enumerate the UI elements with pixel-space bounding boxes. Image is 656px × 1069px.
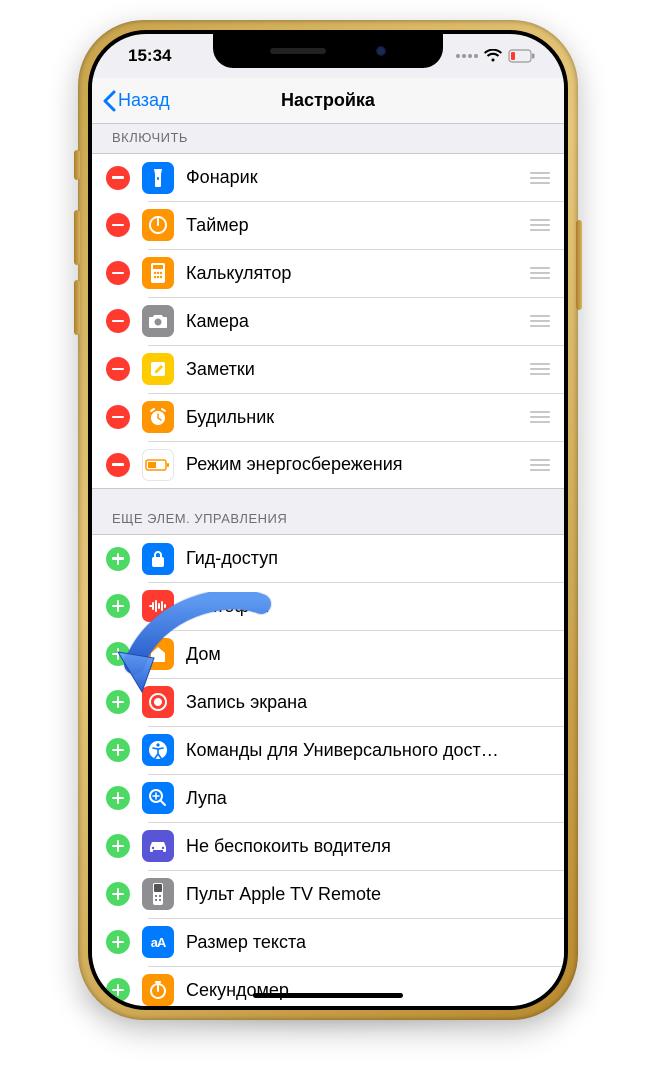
drag-handle-icon[interactable] (528, 411, 550, 423)
text-size-icon: аА (142, 926, 174, 958)
row-alarm[interactable]: Будильник (92, 393, 564, 441)
camera-icon (142, 305, 174, 337)
row-notes[interactable]: Заметки (92, 345, 564, 393)
wifi-icon (484, 49, 502, 63)
add-button[interactable] (106, 882, 130, 906)
add-button[interactable] (106, 738, 130, 762)
row-label: Калькулятор (186, 263, 528, 284)
remove-button[interactable] (106, 405, 130, 429)
add-button[interactable] (106, 930, 130, 954)
navigation-bar: Назад Настройка (92, 78, 564, 124)
back-label: Назад (118, 90, 170, 111)
row-camera[interactable]: Камера (92, 297, 564, 345)
drag-handle-icon[interactable] (528, 267, 550, 279)
drag-handle-icon[interactable] (528, 459, 550, 471)
row-label: Будильник (186, 407, 528, 428)
row-label: Дом (186, 644, 550, 665)
power-button[interactable] (576, 220, 582, 310)
status-time: 15:34 (128, 46, 171, 66)
magnifier-icon (142, 782, 174, 814)
cellular-icon (456, 54, 478, 58)
row-label: Заметки (186, 359, 528, 380)
drag-handle-icon[interactable] (528, 172, 550, 184)
drag-handle-icon[interactable] (528, 219, 550, 231)
row-do-not-disturb-driving[interactable]: Не беспокоить водителя (92, 822, 564, 870)
battery-low-icon (508, 49, 536, 63)
row-accessibility-shortcuts[interactable]: Команды для Универсального дост… (92, 726, 564, 774)
row-guided-access[interactable]: Гид-доступ (92, 534, 564, 582)
row-voice-memos[interactable]: Диктофон (92, 582, 564, 630)
add-button[interactable] (106, 690, 130, 714)
row-label: Диктофон (186, 596, 550, 617)
remove-button[interactable] (106, 213, 130, 237)
notes-icon (142, 353, 174, 385)
remove-button[interactable] (106, 261, 130, 285)
row-label: Пульт Apple TV Remote (186, 884, 550, 905)
volume-up-button[interactable] (74, 210, 80, 265)
remove-button[interactable] (106, 309, 130, 333)
alarm-icon (142, 401, 174, 433)
row-stopwatch[interactable]: Секундомер (92, 966, 564, 1006)
settings-list: ВКЛЮЧИТЬ Фонарик Таймер (92, 124, 564, 1006)
row-label: Не беспокоить водителя (186, 836, 550, 857)
row-magnifier[interactable]: Лупа (92, 774, 564, 822)
phone-frame: 15:34 Назад Настройка (78, 20, 578, 1020)
add-button[interactable] (106, 978, 130, 1002)
row-label: Режим энергосбережения (186, 454, 528, 475)
low-power-icon (142, 449, 174, 481)
home-icon (142, 638, 174, 670)
add-button[interactable] (106, 547, 130, 571)
lock-icon (142, 543, 174, 575)
row-flashlight[interactable]: Фонарик (92, 153, 564, 201)
row-label: Лупа (186, 788, 550, 809)
accessibility-icon (142, 734, 174, 766)
row-label: Гид-доступ (186, 548, 550, 569)
row-apple-tv-remote[interactable]: Пульт Apple TV Remote (92, 870, 564, 918)
timer-icon (142, 209, 174, 241)
drag-handle-icon[interactable] (528, 315, 550, 327)
home-indicator[interactable] (253, 993, 403, 998)
row-text-size[interactable]: аА Размер текста (92, 918, 564, 966)
row-label: Команды для Универсального дост… (186, 740, 550, 761)
row-label: Таймер (186, 215, 528, 236)
volume-down-button[interactable] (74, 280, 80, 335)
mute-switch[interactable] (74, 150, 80, 180)
row-calculator[interactable]: Калькулятор (92, 249, 564, 297)
back-button[interactable]: Назад (92, 90, 170, 112)
screen-recording-icon (142, 686, 174, 718)
row-screen-recording[interactable]: Запись экрана (92, 678, 564, 726)
add-button[interactable] (106, 594, 130, 618)
row-low-power[interactable]: Режим энергосбережения (92, 441, 564, 489)
drag-handle-icon[interactable] (528, 363, 550, 375)
notch (213, 34, 443, 68)
screen: 15:34 Назад Настройка (92, 34, 564, 1006)
section-header-more: ЕЩЕ ЭЛЕМ. УПРАВЛЕНИЯ (92, 489, 564, 534)
row-label: Размер текста (186, 932, 550, 953)
row-home[interactable]: Дом (92, 630, 564, 678)
add-button[interactable] (106, 642, 130, 666)
row-timer[interactable]: Таймер (92, 201, 564, 249)
calculator-icon (142, 257, 174, 289)
add-button[interactable] (106, 834, 130, 858)
remove-button[interactable] (106, 453, 130, 477)
remote-icon (142, 878, 174, 910)
stopwatch-icon (142, 974, 174, 1006)
car-icon (142, 830, 174, 862)
row-label: Фонарик (186, 167, 528, 188)
flashlight-icon (142, 162, 174, 194)
remove-button[interactable] (106, 357, 130, 381)
voice-memos-icon (142, 590, 174, 622)
add-button[interactable] (106, 786, 130, 810)
section-header-included: ВКЛЮЧИТЬ (92, 124, 564, 153)
row-label: Запись экрана (186, 692, 550, 713)
remove-button[interactable] (106, 166, 130, 190)
row-label: Камера (186, 311, 528, 332)
